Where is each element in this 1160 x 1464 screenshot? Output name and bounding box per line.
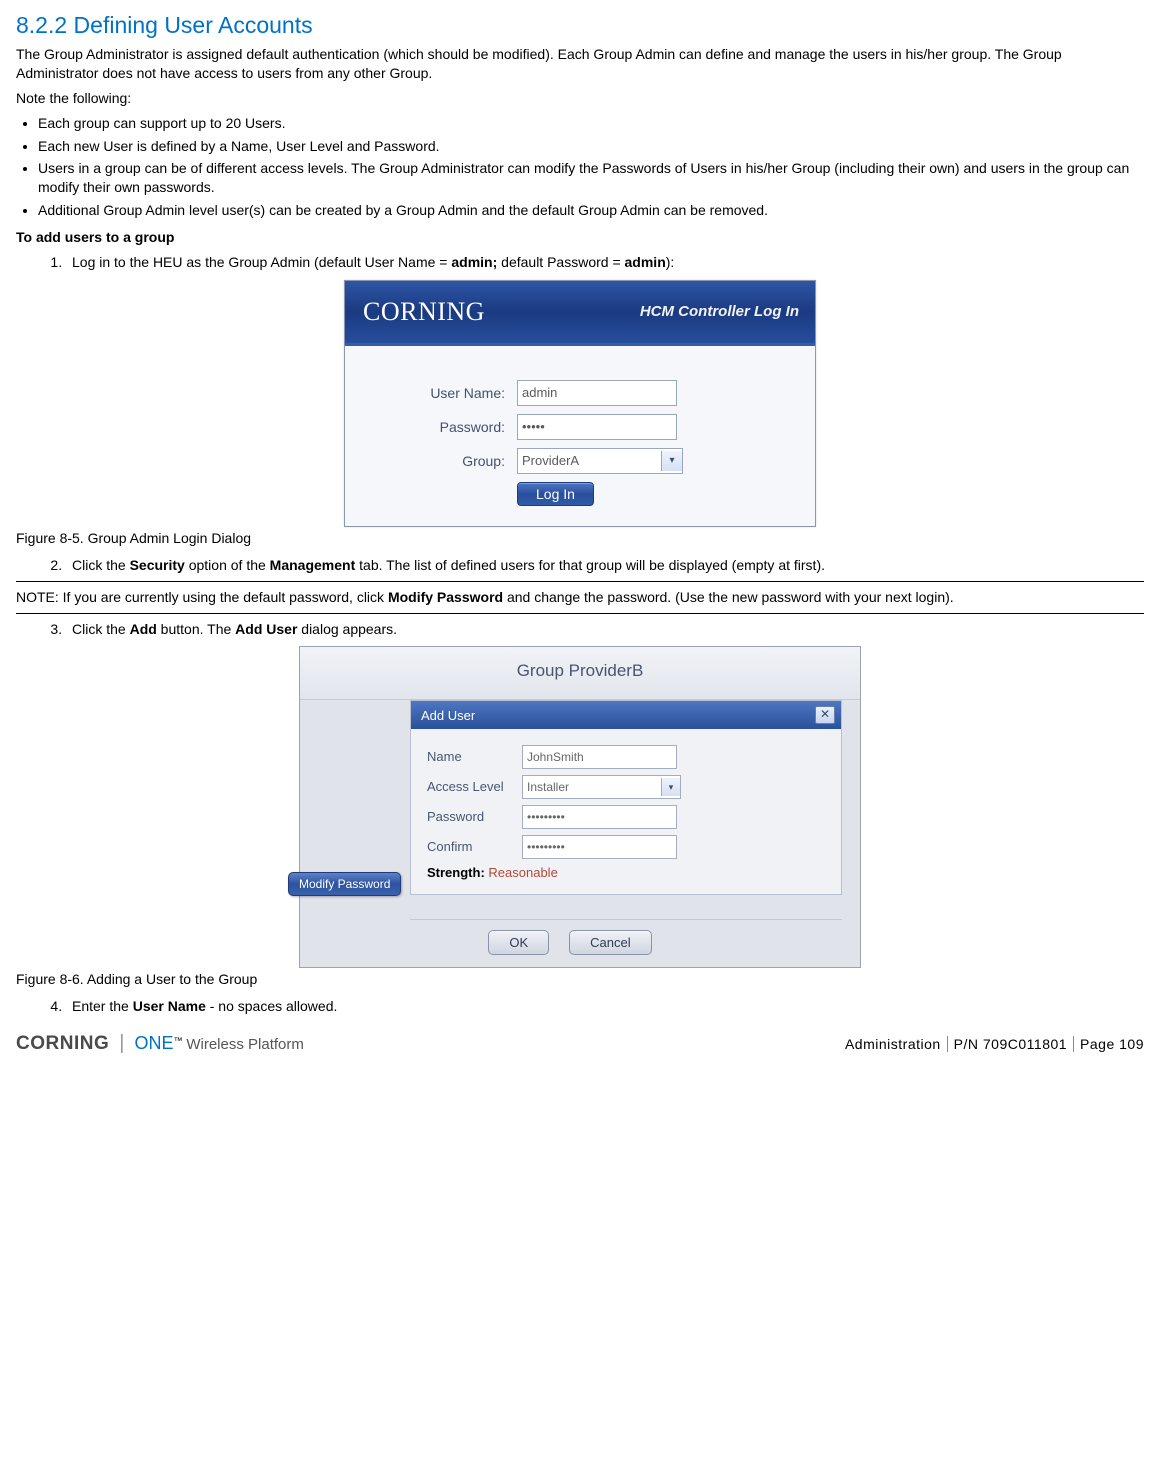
text: Log in to the HEU as the Group Admin (de… <box>72 254 451 270</box>
step-1: Log in to the HEU as the Group Admin (de… <box>66 253 1144 272</box>
list-item: Each group can support up to 20 Users. <box>38 114 1144 133</box>
login-dialog-title: HCM Controller Log In <box>640 303 799 320</box>
text: Click the <box>72 621 130 637</box>
brand-tagline: Wireless Platform <box>186 1036 304 1053</box>
figure-add-user: Group ProviderB Modify Password Add User… <box>16 646 1144 968</box>
divider <box>410 919 842 920</box>
strength-label: Strength: <box>427 865 485 880</box>
add-user-dialog: Add User ✕ Name Access Level Installer ▾… <box>410 700 842 895</box>
list-item: Users in a group can be of different acc… <box>38 159 1144 197</box>
confirm-label: Confirm <box>427 840 522 854</box>
procedure-steps-cont2: Click the Add button. The Add User dialo… <box>16 620 1144 639</box>
footer-branding: CORNING | ONE™ Wireless Platform <box>16 1032 304 1055</box>
corning-logo: CORNING <box>16 1033 109 1055</box>
intro-paragraph-2: Note the following: <box>16 89 1144 108</box>
text-bold: User Name <box>133 998 206 1014</box>
access-level-label: Access Level <box>427 780 522 794</box>
text-bold: Add User <box>235 621 297 637</box>
chevron-down-icon: ▾ <box>661 778 680 796</box>
password-label: Password: <box>375 419 517 435</box>
access-level-value: Installer <box>527 780 569 794</box>
figure-5-caption: Figure 8-5. Group Admin Login Dialog <box>16 529 1144 548</box>
password-input[interactable] <box>517 414 677 440</box>
note-paragraph: NOTE: If you are currently using the def… <box>16 588 1144 607</box>
text: ): <box>666 254 675 270</box>
username-input[interactable] <box>517 380 677 406</box>
text: - no spaces allowed. <box>206 998 338 1014</box>
divider <box>947 1036 948 1052</box>
figure-login: CORNING HCM Controller Log In User Name:… <box>16 280 1144 527</box>
intro-paragraph-1: The Group Administrator is assigned defa… <box>16 45 1144 83</box>
ok-button[interactable]: OK <box>488 930 549 955</box>
name-input[interactable] <box>522 745 677 769</box>
text: option of the <box>185 557 270 573</box>
password-input[interactable] <box>522 805 677 829</box>
group-header: Group ProviderB <box>300 647 860 700</box>
group-select-value: ProviderA <box>522 453 579 468</box>
text: Enter the <box>72 998 133 1014</box>
footer-pn: P/N 709C011801 <box>954 1036 1067 1052</box>
login-dialog: CORNING HCM Controller Log In User Name:… <box>344 280 816 527</box>
text: Click the <box>72 557 130 573</box>
password-label: Password <box>427 810 522 824</box>
add-user-dialog-title: Add User <box>421 708 475 723</box>
section-heading: 8.2.2 Defining User Accounts <box>16 12 1144 39</box>
footer-meta: Administration P/N 709C011801 Page 109 <box>845 1036 1144 1052</box>
text: default Password = <box>497 254 624 270</box>
close-icon[interactable]: ✕ <box>815 706 835 724</box>
add-user-dialog-titlebar: Add User ✕ <box>411 701 841 729</box>
text-bold: Management <box>270 557 356 573</box>
text: dialog appears. <box>297 621 397 637</box>
procedure-title: To add users to a group <box>16 228 1144 247</box>
step-2: Click the Security option of the Managem… <box>66 556 1144 575</box>
divider <box>1073 1036 1074 1052</box>
text: and change the password. (Use the new pa… <box>503 589 954 605</box>
procedure-steps-cont: Click the Security option of the Managem… <box>16 556 1144 575</box>
name-label: Name <box>427 750 522 764</box>
group-label: Group: <box>375 453 517 469</box>
step-4: Enter the User Name - no spaces allowed. <box>66 997 1144 1016</box>
group-select[interactable]: ProviderA ▾ <box>517 448 683 474</box>
text: NOTE: If you are currently using the def… <box>16 589 388 605</box>
footer-section: Administration <box>845 1036 941 1052</box>
trademark-icon: ™ <box>173 1036 182 1046</box>
login-dialog-body: User Name: Password: Group: ProviderA ▾ … <box>345 346 815 526</box>
username-label: User Name: <box>375 385 517 401</box>
text: button. The <box>157 621 235 637</box>
list-item: Additional Group Admin level user(s) can… <box>38 201 1144 220</box>
text-bold: Add <box>130 621 157 637</box>
login-button[interactable]: Log In <box>517 482 594 506</box>
text-bold: admin; <box>451 254 497 270</box>
procedure-steps: Log in to the HEU as the Group Admin (de… <box>16 253 1144 272</box>
footer-page: Page 109 <box>1080 1036 1144 1052</box>
step-3: Click the Add button. The Add User dialo… <box>66 620 1144 639</box>
text-bold: Security <box>130 557 185 573</box>
access-level-select[interactable]: Installer ▾ <box>522 775 681 799</box>
cancel-button[interactable]: Cancel <box>569 930 651 955</box>
corning-logo: CORNING <box>363 297 485 327</box>
chevron-down-icon: ▾ <box>661 451 682 471</box>
confirm-input[interactable] <box>522 835 677 859</box>
figure-6-caption: Figure 8-6. Adding a User to the Group <box>16 970 1144 989</box>
one-logo: ONE <box>134 1033 173 1053</box>
procedure-steps-cont3: Enter the User Name - no spaces allowed. <box>16 997 1144 1016</box>
text-bold: admin <box>625 254 666 270</box>
page-footer: CORNING | ONE™ Wireless Platform Adminis… <box>16 1032 1144 1055</box>
text: tab. The list of defined users for that … <box>355 557 825 573</box>
divider: | <box>119 1032 124 1055</box>
add-user-panel: Group ProviderB Modify Password Add User… <box>299 646 861 968</box>
divider <box>16 613 1144 614</box>
list-item: Each new User is defined by a Name, User… <box>38 137 1144 156</box>
text-bold: Modify Password <box>388 589 503 605</box>
strength-value: Reasonable <box>488 865 557 880</box>
modify-password-button[interactable]: Modify Password <box>288 872 401 896</box>
divider <box>16 581 1144 582</box>
login-dialog-header: CORNING HCM Controller Log In <box>345 281 815 346</box>
password-strength: Strength: Reasonable <box>427 865 825 880</box>
note-bullet-list: Each group can support up to 20 Users. E… <box>16 114 1144 220</box>
